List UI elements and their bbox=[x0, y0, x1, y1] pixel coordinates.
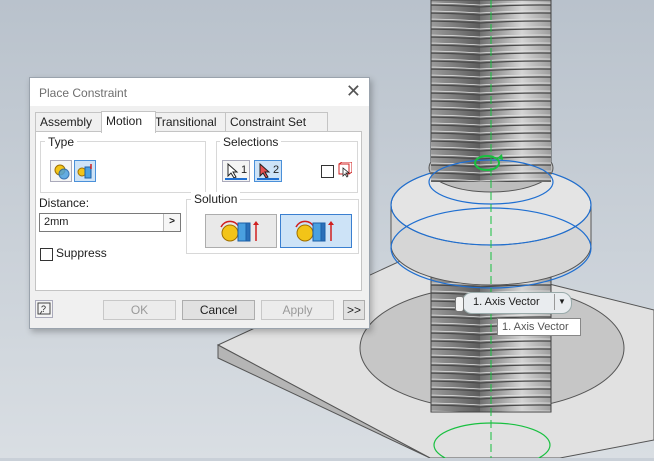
axis-vector-chip[interactable]: 1. Axis Vector ▼ bbox=[455, 292, 572, 314]
reverse-solution-button[interactable] bbox=[280, 214, 352, 248]
ok-button[interactable]: OK bbox=[103, 300, 176, 320]
dialog-title: Place Constraint bbox=[39, 86, 128, 100]
motion-panel: Type Selections 1 2 Distance: 2mm > Solu… bbox=[35, 131, 362, 291]
titlebar[interactable]: Place Constraint ✕ bbox=[30, 78, 369, 106]
tab-transitional[interactable]: Transitional bbox=[150, 112, 229, 132]
selection-2-number: 2 bbox=[273, 164, 280, 176]
distance-label: Distance: bbox=[39, 196, 90, 210]
first-occurrence-checkbox[interactable] bbox=[321, 165, 334, 178]
tooltip-text: 1. Axis Vector bbox=[502, 321, 569, 333]
selection-2-button[interactable]: 2 bbox=[254, 160, 282, 182]
selections-label: Selections bbox=[220, 135, 282, 149]
tab-label: Motion bbox=[106, 114, 143, 128]
tab-label: Constraint Set bbox=[230, 115, 307, 129]
tab-label: Transitional bbox=[155, 115, 217, 129]
tab-constraint-set[interactable]: Constraint Set bbox=[225, 112, 328, 132]
distance-value: 2mm bbox=[44, 216, 69, 228]
place-constraint-dialog: Place Constraint ✕ Assembly Motion Trans… bbox=[29, 77, 370, 329]
suppress-label: Suppress bbox=[56, 246, 107, 260]
help-button[interactable]: ? bbox=[35, 300, 53, 318]
tab-label: Assembly bbox=[40, 115, 93, 129]
solution-label: Solution bbox=[191, 192, 241, 206]
suppress-checkbox[interactable] bbox=[40, 248, 53, 261]
apply-label: Apply bbox=[282, 303, 313, 317]
cancel-button[interactable]: Cancel bbox=[182, 300, 255, 320]
selection-1-button[interactable]: 1 bbox=[222, 160, 250, 182]
chip-label: 1. Axis Vector bbox=[473, 296, 540, 308]
chevron-right-icon[interactable]: > bbox=[163, 214, 180, 231]
rotation-translation-icon bbox=[77, 164, 92, 179]
pick-part-first-icon[interactable] bbox=[336, 162, 352, 178]
close-icon[interactable]: ✕ bbox=[346, 81, 361, 102]
forward-solution-icon bbox=[220, 220, 259, 242]
grip-icon[interactable] bbox=[455, 296, 464, 312]
rotation-icon bbox=[54, 164, 70, 180]
more-label: >> bbox=[346, 303, 361, 317]
apply-button[interactable]: Apply bbox=[261, 300, 334, 320]
rotation-type-button[interactable] bbox=[50, 160, 72, 182]
rotation-translation-type-button[interactable] bbox=[74, 160, 96, 182]
distance-field[interactable]: 2mm > bbox=[39, 213, 181, 232]
forward-solution-button[interactable] bbox=[205, 214, 277, 248]
selection-1-number: 1 bbox=[241, 164, 248, 176]
ok-label: OK bbox=[130, 303, 149, 317]
chevron-down-icon[interactable]: ▼ bbox=[554, 294, 569, 310]
help-icon: ? bbox=[37, 302, 51, 315]
tab-assembly[interactable]: Assembly bbox=[35, 112, 107, 132]
tooltip: 1. Axis Vector bbox=[497, 318, 581, 336]
reverse-solution-icon bbox=[295, 220, 334, 242]
svg-text:?: ? bbox=[41, 304, 46, 314]
tab-motion[interactable]: Motion bbox=[101, 111, 156, 133]
more-button[interactable]: >> bbox=[343, 300, 365, 320]
type-label: Type bbox=[45, 135, 78, 149]
cancel-label: Cancel bbox=[199, 303, 238, 317]
